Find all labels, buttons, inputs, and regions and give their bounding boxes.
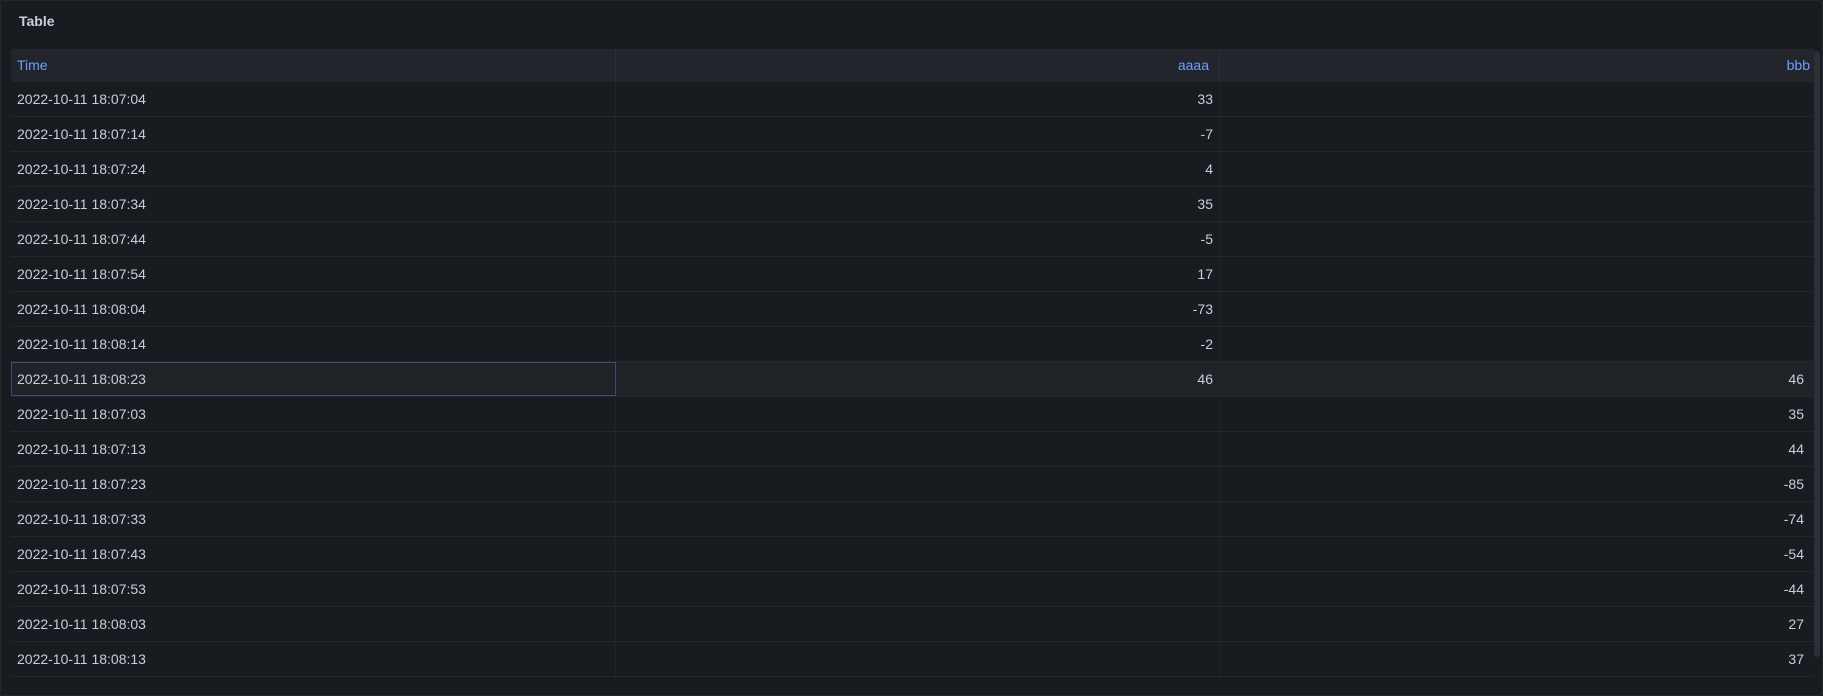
table-row[interactable]: 2022-10-11 18:08:04 -73: [11, 292, 1814, 327]
cell-bbb[interactable]: -54: [1220, 537, 1814, 571]
cell-bbb[interactable]: 37: [1220, 642, 1814, 676]
column-header-time[interactable]: Time: [11, 49, 616, 82]
cell-aaaa[interactable]: [616, 537, 1220, 571]
table-row[interactable]: 2022-10-11 18:07:44 -5: [11, 222, 1814, 257]
table-header: Time aaaa bbb: [11, 49, 1814, 82]
cell-aaaa[interactable]: 33: [616, 82, 1220, 116]
cell-time[interactable]: 2022-10-11 18:07:43: [11, 537, 616, 571]
cell-aaaa[interactable]: [616, 607, 1220, 641]
cell-bbb[interactable]: [1220, 82, 1814, 116]
cell-bbb[interactable]: [1220, 152, 1814, 186]
cell-time[interactable]: 2022-10-11 18:07:23: [11, 467, 616, 501]
cell-time[interactable]: 2022-10-11 18:07:13: [11, 432, 616, 466]
cell-aaaa[interactable]: [616, 397, 1220, 431]
cell-time[interactable]: 2022-10-11 18:07:53: [11, 572, 616, 606]
cell-bbb[interactable]: 35: [1220, 397, 1814, 431]
cell-aaaa[interactable]: [616, 572, 1220, 606]
cell-bbb[interactable]: -44: [1220, 572, 1814, 606]
table-row[interactable]: 2022-10-11 18:07:53 -44: [11, 572, 1814, 607]
table-row[interactable]: 2022-10-11 18:07:43 -54: [11, 537, 1814, 572]
cell-bbb[interactable]: 46: [1220, 362, 1814, 396]
cell-time[interactable]: 2022-10-11 18:08:13: [11, 642, 616, 676]
table-row[interactable]: 2022-10-11 18:07:14 -7: [11, 117, 1814, 152]
cell-time[interactable]: 2022-10-11 18:08:14: [11, 327, 616, 361]
cell-time[interactable]: 2022-10-11 18:07:04: [11, 82, 616, 116]
column-header-aaaa[interactable]: aaaa: [616, 49, 1220, 82]
table-panel: Table Time aaaa bbb 2022-10-11 18:07:04 3…: [0, 0, 1823, 696]
cell-bbb[interactable]: [1220, 117, 1814, 151]
cell-time[interactable]: 2022-10-11 18:07:33: [11, 502, 616, 536]
cell-bbb[interactable]: 27: [1220, 607, 1814, 641]
cell-aaaa[interactable]: [616, 642, 1220, 676]
table-row[interactable]: 2022-10-11 18:07:34 35: [11, 187, 1814, 222]
cell-time[interactable]: 2022-10-11 18:07:34: [11, 187, 616, 221]
cell-aaaa[interactable]: 17: [616, 257, 1220, 291]
cell-time[interactable]: 2022-10-11 18:08:04: [11, 292, 616, 326]
cell-time[interactable]: 2022-10-11 18:07:24: [11, 152, 616, 186]
table-row[interactable]: 2022-10-11 18:08:03 27: [11, 607, 1814, 642]
cell-aaaa[interactable]: -7: [616, 117, 1220, 151]
cell-aaaa[interactable]: -73: [616, 292, 1220, 326]
cell-bbb[interactable]: -74: [1220, 502, 1814, 536]
cell-bbb[interactable]: 44: [1220, 432, 1814, 466]
cell-aaaa[interactable]: [616, 432, 1220, 466]
table-row[interactable]: 2022-10-11 18:07:23 -85: [11, 467, 1814, 502]
cell-time[interactable]: 2022-10-11 18:07:14: [11, 117, 616, 151]
cell-time[interactable]: 2022-10-11 18:07:54: [11, 257, 616, 291]
cell-time[interactable]: 2022-10-11 18:08:23: [11, 362, 616, 396]
cell-bbb[interactable]: [1220, 327, 1814, 361]
cell-aaaa[interactable]: [616, 502, 1220, 536]
cell-bbb[interactable]: [1220, 292, 1814, 326]
cell-bbb[interactable]: [1220, 222, 1814, 256]
cell-aaaa[interactable]: [616, 467, 1220, 501]
table-row[interactable]: 2022-10-11 18:08:13 37: [11, 642, 1814, 677]
cell-aaaa[interactable]: 4: [616, 152, 1220, 186]
vertical-scrollbar[interactable]: [1814, 51, 1820, 657]
table-row[interactable]: 2022-10-11 18:07:13 44: [11, 432, 1814, 467]
cell-bbb[interactable]: [1220, 257, 1814, 291]
table-row[interactable]: 2022-10-11 18:07:04 33: [11, 82, 1814, 117]
table-row[interactable]: 2022-10-11 18:07:54 17: [11, 257, 1814, 292]
column-header-bbb[interactable]: bbb: [1220, 49, 1814, 82]
table-row[interactable]: 2022-10-11 18:07:24 4: [11, 152, 1814, 187]
table-body: 2022-10-11 18:07:04 33 2022-10-11 18:07:14…: [11, 82, 1814, 677]
table-row[interactable]: 2022-10-11 18:07:33 -74: [11, 502, 1814, 537]
cell-time[interactable]: 2022-10-11 18:07:03: [11, 397, 616, 431]
cell-time[interactable]: 2022-10-11 18:07:44: [11, 222, 616, 256]
cell-aaaa[interactable]: -5: [616, 222, 1220, 256]
table-row[interactable]: 2022-10-11 18:07:03 35: [11, 397, 1814, 432]
cell-bbb[interactable]: [1220, 187, 1814, 221]
cell-bbb[interactable]: -85: [1220, 467, 1814, 501]
cell-aaaa[interactable]: 35: [616, 187, 1220, 221]
panel-header[interactable]: Table: [1, 1, 1822, 41]
cell-aaaa[interactable]: -2: [616, 327, 1220, 361]
cell-time[interactable]: 2022-10-11 18:08:03: [11, 607, 616, 641]
table-row[interactable]: 2022-10-11 18:08:23 46 46: [11, 362, 1814, 397]
panel-title: Table: [19, 13, 55, 29]
table-row[interactable]: 2022-10-11 18:08:14 -2: [11, 327, 1814, 362]
cell-aaaa[interactable]: 46: [616, 362, 1220, 396]
data-table: Time aaaa bbb 2022-10-11 18:07:04 33 2022-…: [11, 49, 1814, 685]
